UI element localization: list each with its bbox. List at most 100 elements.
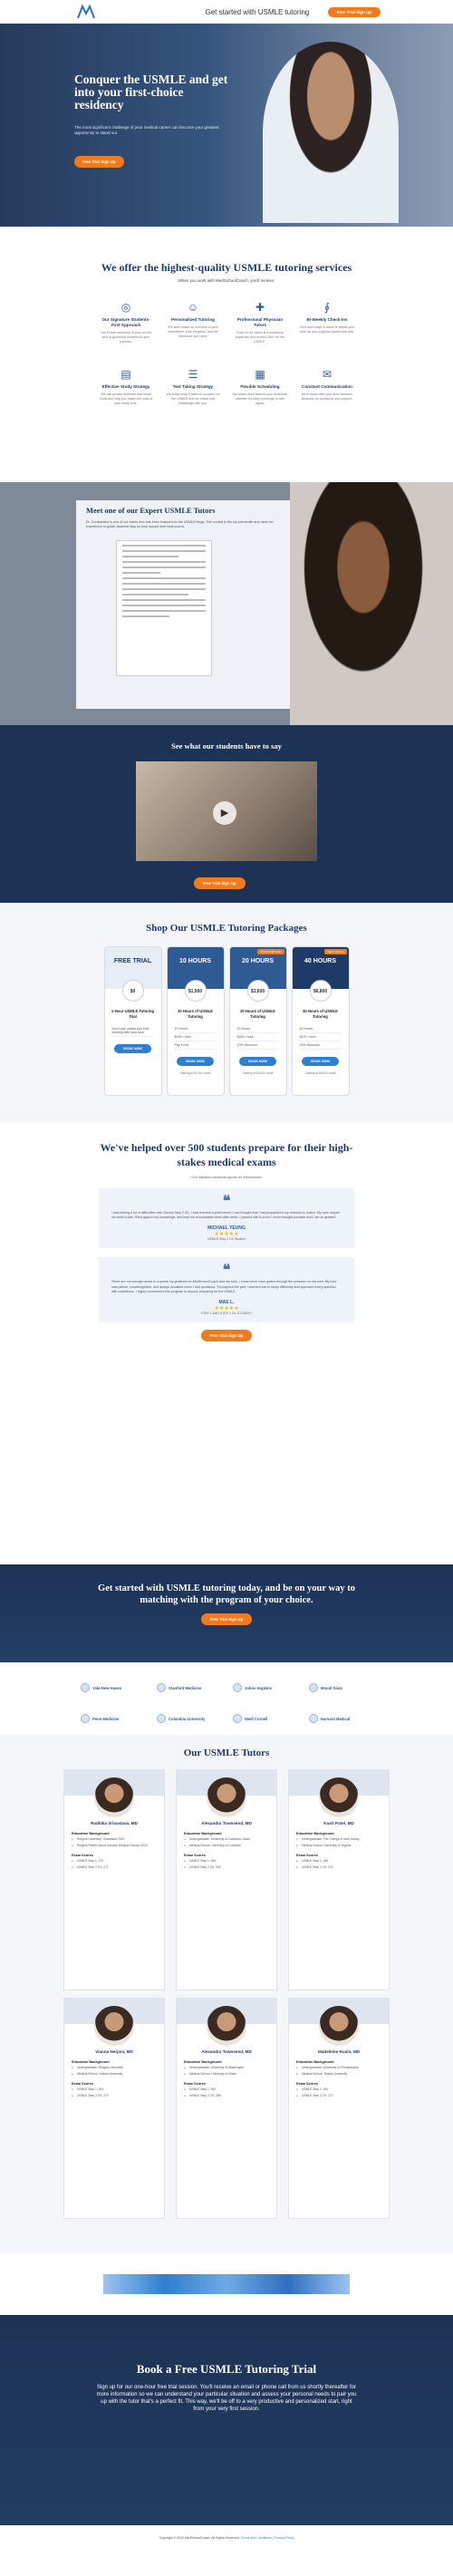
- package-price: $0: [121, 980, 144, 1002]
- institution-logo: Stanford Medicine: [157, 1679, 220, 1697]
- service-title: Personalized Tutoring: [171, 317, 215, 322]
- package-feature: Don't pay unless you love working with y…: [111, 1025, 154, 1037]
- service-desc: We start based on a review of your exper…: [168, 325, 218, 338]
- tutor-name: Alexandra Townsend, MD: [201, 2049, 252, 2054]
- avatar: [319, 1777, 359, 1817]
- services-title: We offer the highest-quality USMLE tutor…: [101, 261, 352, 274]
- testimonial-text: There are not enough words to express my…: [111, 1280, 337, 1293]
- tutor-card: Alexandra Townsend, MD Education Backgrou…: [176, 1998, 277, 2219]
- institution-name: Mount Sinai: [321, 1685, 342, 1690]
- service-title: Flexible Scheduling: [240, 384, 280, 389]
- package-feature: $170 / hour: [299, 1033, 342, 1041]
- book-now-button[interactable]: BOOK NOW: [177, 1057, 214, 1066]
- header-trial-button[interactable]: Free Trial Sign Up: [327, 6, 381, 17]
- trial-section: Book a Free USMLE Tutoring Trial Sign up…: [0, 2315, 453, 2525]
- service-item: ▦ Flexible Scheduling Our tutors work arou…: [226, 368, 294, 406]
- scores-list: USMLE Step 1: 270USMLE Step 2 CK: 271: [72, 1859, 157, 1869]
- testimonial-list: ❝ I was having a lot of difficulties with…: [0, 1188, 453, 1323]
- services-section: We offer the highest-quality USMLE tutor…: [0, 227, 453, 482]
- package-price: $6,800: [309, 980, 332, 1002]
- testimonial-card: ❝ I was having a lot of difficulties with…: [99, 1188, 354, 1249]
- avatar: [207, 2006, 246, 2046]
- education-item: Medical School: Temple University: [296, 2072, 381, 2077]
- target-icon: ◎: [120, 301, 131, 314]
- institution-seal-icon: [157, 1714, 166, 1723]
- stethoscope-icon: ∮: [323, 301, 331, 314]
- education-list: Undergraduate: Rutgers University Medical…: [72, 2066, 157, 2076]
- package-footnote: Starting at $6,800 credit: [304, 1071, 336, 1075]
- scores-list: USMLE Step 1: 264 USMLE Step 2 CK: 272: [296, 2087, 381, 2097]
- testimonial-role: USMLE Step 2 CK Student: [207, 1237, 246, 1242]
- score-item: USMLE Step 2 CK: 265: [184, 1865, 269, 1870]
- education-item: Undergraduate: Rutgers University: [72, 2066, 157, 2070]
- star-rating-icon: ★★★★★: [214, 1306, 239, 1312]
- scores-heading: Exam Scores: [72, 2082, 93, 2087]
- hero-student-photo: [263, 42, 399, 223]
- service-desc: We know what it takes to succeed on the …: [166, 392, 220, 405]
- tutor-card: Madeleine Rusin, MD Education Background U…: [288, 1998, 390, 2219]
- tutors-title: Our USMLE Tutors: [183, 1748, 270, 1758]
- scores-heading: Exam Scores: [296, 2082, 318, 2087]
- institution-name: Columbia University: [169, 1716, 206, 1721]
- hero-trial-button[interactable]: Free Trial Sign Up: [74, 156, 124, 168]
- expert-description: Dr. Constantine is one of our tutors who…: [86, 520, 274, 528]
- institution-seal-icon: [233, 1683, 242, 1692]
- footer-links[interactable]: Terms and Conditions | Privacy Policy: [241, 2536, 294, 2540]
- tutor-card: Kush Patel, MD Education Background Underg…: [288, 1769, 390, 1990]
- service-item: ▤ Effective Study Strategy We use proven m…: [92, 368, 159, 406]
- clipboard-icon: ☰: [188, 368, 198, 381]
- book-now-button[interactable]: BOOK NOW: [114, 1044, 151, 1053]
- footer-copyright: Copyright © 2023 MedSchoolCoach. All Rig…: [159, 2536, 240, 2540]
- expert-title: Meet one of our Expert USMLE Tutors: [86, 506, 216, 515]
- testimonials-subtitle: Our satisfied students speak for themsel…: [191, 1175, 262, 1179]
- package-card: 40 HOURS BEST VALUE $6,800 40 Hours of USML…: [291, 946, 350, 1096]
- package-feature: $190 / hour: [174, 1033, 217, 1041]
- book-now-button[interactable]: BOOK NOW: [302, 1057, 339, 1066]
- package-footnote: Starting at $3,600 credit: [242, 1071, 274, 1075]
- doctor-icon: ✚: [255, 301, 265, 314]
- cta-trial-button[interactable]: Free Trial Sign Up: [200, 1613, 253, 1625]
- packages-title: Shop Our USMLE Tutoring Packages: [146, 923, 307, 934]
- package-price: $3,600: [246, 980, 269, 1002]
- avatar: [319, 2006, 359, 2046]
- institution-logo: Weill Cornell: [233, 1709, 296, 1728]
- tutor-name: Kush Patel, MD: [323, 1821, 354, 1825]
- quote-icon: ❝: [222, 1194, 231, 1209]
- score-item: USMLE Step 2 CK: 272: [296, 2094, 381, 2098]
- score-item: USMLE Step 1: 266: [296, 1859, 381, 1864]
- testimonials-trial-button[interactable]: Free Trial Sign Up: [200, 1330, 253, 1342]
- service-title: Our Signature Students-First Approach: [101, 317, 150, 327]
- package-name: 1-Hour USMLE Tutoring Trial: [111, 1009, 155, 1019]
- brand-logo[interactable]: [76, 4, 96, 20]
- package-feature: 20 Hours: [236, 1025, 279, 1033]
- calendar-icon: ▦: [255, 368, 265, 381]
- scores-list: USMLE Step 1: 266USMLE Step 2 CK: 270: [296, 1859, 381, 1869]
- services-subtitle: When you work with MedSchoolCoach, you'l…: [178, 278, 275, 283]
- star-rating-icon: ★★★★★: [214, 1232, 239, 1238]
- institution-seal-icon: [309, 1714, 318, 1723]
- institution-name: Stanford Medicine: [169, 1685, 202, 1690]
- book-now-button[interactable]: BOOK NOW: [239, 1057, 276, 1066]
- person-icon: ☺: [187, 301, 199, 314]
- package-features: 40 Hours $170 / hour 15% Discount: [299, 1025, 342, 1050]
- education-item: Undergraduate: The College of New Jersey: [296, 1837, 381, 1842]
- education-item: Medical School: University of Miami: [184, 2072, 269, 2077]
- education-heading: Education Background: [72, 1832, 110, 1835]
- service-title: Constant Communication: [302, 384, 352, 389]
- package-features: Don't pay unless you love working with y…: [111, 1025, 154, 1037]
- education-list: Undergraduate: University of Washington M…: [184, 2066, 269, 2076]
- tutors-section: Our USMLE Tutors Radhika Srivastava, MD E…: [0, 1735, 453, 2253]
- service-title: Bi-Weekly Check-Ins: [306, 317, 348, 322]
- play-icon[interactable]: ▶: [213, 801, 236, 825]
- institution-seal-icon: [309, 1683, 318, 1692]
- package-feature: 15% Discount: [299, 1041, 342, 1050]
- services-grid: ◎ Our Signature Students-First Approach Yo…: [0, 301, 453, 406]
- video-title: See what our students have to say: [171, 741, 282, 751]
- tutor-name: Radhika Srivastava, MD: [91, 1821, 138, 1825]
- trial-title: Book a Free USMLE Tutoring Trial: [136, 2362, 317, 2376]
- education-heading: Education Background: [296, 1832, 334, 1835]
- package-ribbon: MOST POPULAR: [256, 949, 284, 954]
- score-item: USMLE Step 2 CK: 271: [72, 1865, 157, 1870]
- video-trial-button[interactable]: Free Trial Sign Up: [194, 877, 246, 889]
- education-list: Rutgers University, Graduated 2015 Rutger…: [72, 1837, 157, 1847]
